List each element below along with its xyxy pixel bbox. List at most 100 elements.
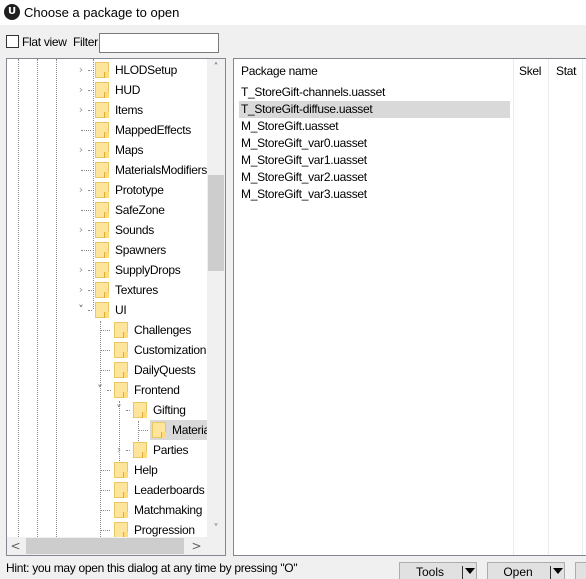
tree-item[interactable]: › Textures — [7, 280, 207, 300]
package-row[interactable]: M_StoreGift.uasset — [239, 118, 510, 135]
folder-icon — [114, 362, 128, 378]
tree-item-label: Frontend — [134, 383, 180, 397]
tree-item[interactable]: › HLODSetup — [7, 60, 207, 80]
split-divider — [550, 566, 551, 579]
cancel-button[interactable] — [575, 562, 586, 579]
tree-item[interactable]: DailyQuests — [7, 360, 207, 380]
chevron-right-icon[interactable]: › — [75, 82, 87, 98]
tree-item-label: Prototype — [115, 183, 164, 197]
obscured-text: · · · · · · · · · — [310, 572, 390, 579]
tree-item-label: Textures — [115, 283, 158, 297]
scroll-right-icon[interactable]: > — [188, 537, 205, 555]
filter-input[interactable] — [99, 33, 219, 53]
chevron-down-icon[interactable]: ˅ — [75, 302, 87, 318]
package-row[interactable]: T_StoreGift-channels.uasset — [239, 84, 510, 101]
tree-connector — [100, 370, 110, 371]
tree-connector — [100, 350, 110, 351]
package-row[interactable]: M_StoreGift_var2.uasset — [239, 169, 510, 186]
folder-tree[interactable]: › HLODSetup › HUD › Items MappedEffects › Maps Ma… — [6, 58, 226, 556]
folder-icon — [95, 202, 109, 218]
tree-connector — [88, 270, 92, 271]
tree-item[interactable]: ˅ Frontend — [7, 380, 207, 400]
tree-item-label: SupplyDrops — [115, 263, 181, 277]
chevron-right-icon[interactable]: › — [75, 282, 87, 298]
package-name: M_StoreGift_var1.uasset — [241, 153, 367, 167]
tree-vertical-scroll-thumb[interactable] — [208, 175, 224, 271]
chevron-right-icon[interactable]: › — [75, 142, 87, 158]
folder-icon — [95, 222, 109, 238]
open-button[interactable]: Open — [487, 562, 565, 579]
tree-item-label: Items — [115, 103, 143, 117]
chevron-right-icon[interactable]: › — [75, 62, 87, 78]
tree-item[interactable]: Matchmaking — [7, 500, 207, 520]
tree-item-label: Materials — [172, 423, 207, 437]
column-separator[interactable] — [513, 59, 514, 555]
column-header-package-name[interactable]: Package name — [241, 64, 318, 78]
column-separator[interactable] — [582, 59, 583, 555]
package-name: T_StoreGift-channels.uasset — [241, 85, 385, 99]
tree-item[interactable]: › Sounds — [7, 220, 207, 240]
tree-item[interactable]: Spawners — [7, 240, 207, 260]
dropdown-arrow-icon[interactable] — [465, 568, 475, 574]
dropdown-arrow-icon[interactable] — [553, 568, 563, 574]
tree-item[interactable]: › Maps — [7, 140, 207, 160]
folder-icon — [95, 62, 109, 78]
tree-item[interactable]: Materials — [7, 420, 207, 440]
tree-item-label: Gifting — [153, 403, 186, 417]
tree-horizontal-scroll-thumb[interactable] — [26, 538, 184, 554]
tree-item[interactable]: Customization — [7, 340, 207, 360]
tree-item[interactable]: › HUD — [7, 80, 207, 100]
folder-icon — [133, 402, 147, 418]
package-row[interactable]: M_StoreGift_var1.uasset — [239, 152, 510, 169]
package-row[interactable]: T_StoreGift-diffuse.uasset — [239, 101, 510, 118]
tree-item-label: HUD — [115, 83, 141, 97]
tree-vertical-scrollbar[interactable]: ˄ ˅ — [207, 59, 225, 537]
tree-connector — [100, 530, 110, 531]
tree-item[interactable]: › Prototype — [7, 180, 207, 200]
tree-guide-line — [100, 321, 101, 537]
tree-item-label: Maps — [115, 143, 144, 157]
tree-item[interactable]: Progression — [7, 520, 207, 537]
folder-icon — [95, 142, 109, 158]
package-row[interactable]: M_StoreGift_var0.uasset — [239, 135, 510, 152]
tree-item[interactable]: Challenges — [7, 320, 207, 340]
tree-item-label: Challenges — [134, 323, 192, 337]
tree-connector — [88, 70, 92, 71]
scroll-up-icon[interactable]: ˄ — [207, 59, 225, 76]
tree-connector — [88, 150, 92, 151]
window-title: Choose a package to open — [24, 5, 180, 20]
folder-tree-rows: › HLODSetup › HUD › Items MappedEffects › Maps Ma… — [7, 59, 207, 537]
tree-item[interactable]: › Parties — [7, 440, 207, 460]
tree-guide-line — [119, 401, 120, 461]
chevron-right-icon[interactable]: › — [75, 222, 87, 238]
folder-icon — [114, 522, 128, 537]
chevron-right-icon[interactable]: › — [75, 182, 87, 198]
folder-icon — [114, 502, 128, 518]
column-header-stat[interactable]: Stat — [556, 64, 576, 78]
chevron-right-icon[interactable]: › — [75, 262, 87, 278]
tree-item[interactable]: › SupplyDrops — [7, 260, 207, 280]
flat-view-checkbox[interactable] — [6, 35, 19, 48]
package-list[interactable]: Package name Skel Stat T_StoreGift-chann… — [233, 58, 586, 556]
tree-item[interactable]: SafeZone — [7, 200, 207, 220]
tree-item[interactable]: ˅ Gifting — [7, 400, 207, 420]
tree-horizontal-scrollbar[interactable]: < > — [7, 537, 207, 555]
tree-item[interactable]: Leaderboards — [7, 480, 207, 500]
split-divider — [462, 566, 463, 579]
tree-connector — [107, 390, 111, 391]
tree-item[interactable]: Help — [7, 460, 207, 480]
column-header-skel[interactable]: Skel — [519, 64, 541, 78]
chevron-right-icon[interactable]: › — [75, 102, 87, 118]
flat-view-label[interactable]: Flat view — [22, 35, 67, 49]
tree-item[interactable]: ˅ UI — [7, 300, 207, 320]
column-separator[interactable] — [548, 59, 549, 555]
tree-item[interactable]: › Items — [7, 100, 207, 120]
tree-item[interactable]: MaterialsModifiers — [7, 160, 207, 180]
tree-item[interactable]: MappedEffects — [7, 120, 207, 140]
tree-connector — [88, 290, 92, 291]
package-row[interactable]: M_StoreGift_var3.uasset — [239, 186, 510, 203]
tree-connector — [81, 130, 91, 131]
scroll-left-icon[interactable]: < — [7, 537, 24, 555]
tools-button[interactable]: Tools — [399, 562, 477, 579]
scroll-down-icon[interactable]: ˅ — [207, 520, 225, 537]
